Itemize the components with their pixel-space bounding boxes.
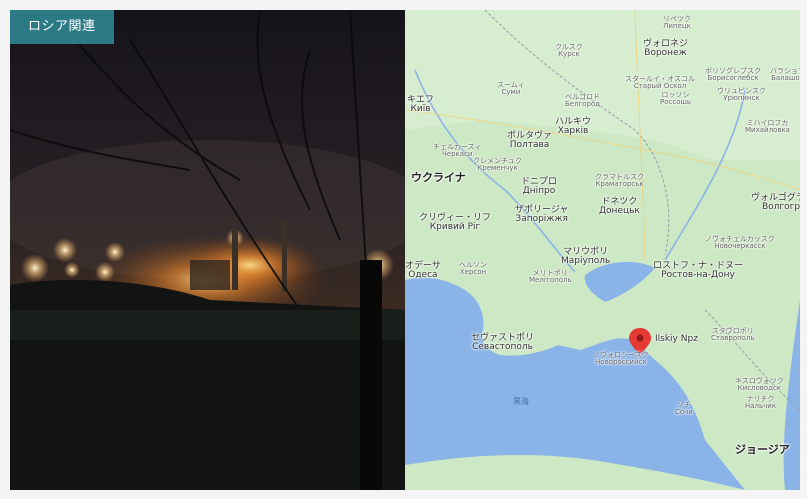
place-rossosh: ロッソシ Россошь xyxy=(660,91,692,107)
place-balashov: バラショフБалашов xyxy=(770,67,800,83)
place-zaporizhzhia: ザポリージャ Запоріжжя xyxy=(515,205,569,225)
place-melitopol: メリトポリ Мелітополь xyxy=(529,269,572,285)
place-nalchik: ナリチク Нальчик xyxy=(745,395,777,411)
marker-label: Ilskiy Npz xyxy=(655,334,698,344)
place-kursk: クルスク Курск xyxy=(555,43,583,59)
place-kislovodsk: キスロヴォツク Кисловодск xyxy=(735,377,784,393)
place-stary-oskol: スタールイ・オスコル Старый Оскол xyxy=(625,75,695,91)
place-kremenchuk: クレメンチュク Кременчук xyxy=(473,157,522,173)
place-novocherkassk: ノヴォチェルカッスク Новочеркасск xyxy=(705,235,775,251)
place-lipetsk: リペツク Липецк xyxy=(663,15,691,31)
place-mariupol: マリウポリ Маріуполь xyxy=(561,247,611,267)
place-borisoglebsk: ボリソグレブスク Борисоглебск xyxy=(705,67,761,83)
country-ukraine: ウクライナ xyxy=(411,171,466,184)
place-dnipro: ドニプロ Дніпро xyxy=(521,177,558,197)
refinery-fire-photo xyxy=(10,10,405,490)
sea-label: 黒海 xyxy=(513,397,529,406)
place-kryvyi-rih: クリヴィー・リフ Кривий Ріг xyxy=(419,213,492,233)
place-mikhaylovka: ミハイロフカ Михайловка xyxy=(745,119,790,135)
place-novorossiysk: ノヴォロシースク Новороссийск xyxy=(593,351,649,367)
place-kramatorsk: クラマトルスク Краматорськ xyxy=(595,173,644,189)
place-volgograd: ヴォルゴグラードВолгоград xyxy=(751,193,800,213)
place-sevastopol: セヴァストポリ Севастополь xyxy=(471,333,535,353)
category-badge[interactable]: ロシア関連 xyxy=(10,10,114,44)
place-stavropol: スタヴロポリ Ставрополь xyxy=(711,327,755,343)
place-kharkiv: ハルキウ Харків xyxy=(555,117,592,137)
article-image: ロシア関連 Ilskiy Npz 黒海 リペツク Липецк ヴォロネジ Во… xyxy=(10,10,800,490)
place-rostov: ロストフ・ナ・ドヌー Ростов-на-Дону xyxy=(653,261,744,281)
place-odesa: オデーサ Одеса xyxy=(405,261,441,281)
place-poltava: ポルタヴァ Полтава xyxy=(507,131,553,151)
place-uryupinsk: ウリュピンスク Урюпинск xyxy=(717,87,766,103)
night-fire-photo xyxy=(10,10,405,490)
place-kherson: ヘルソン Херсон xyxy=(459,261,487,277)
place-kyiv: キエフ Київ xyxy=(407,95,435,115)
country-georgia: ジョージア xyxy=(735,443,790,456)
map-panel[interactable]: Ilskiy Npz 黒海 リペツク Липецк ヴォロネジ Воронеж クル… xyxy=(405,10,800,490)
place-sochi: ソチ Сочи xyxy=(675,401,693,417)
place-belgorod: ベルゴロド Белгород xyxy=(565,93,601,109)
place-donetsk: ドネツク Донецьк xyxy=(599,197,640,217)
place-voronezh: ヴォロネジ Воронеж xyxy=(643,39,689,59)
place-sumy: スームィ Суми xyxy=(497,81,525,97)
